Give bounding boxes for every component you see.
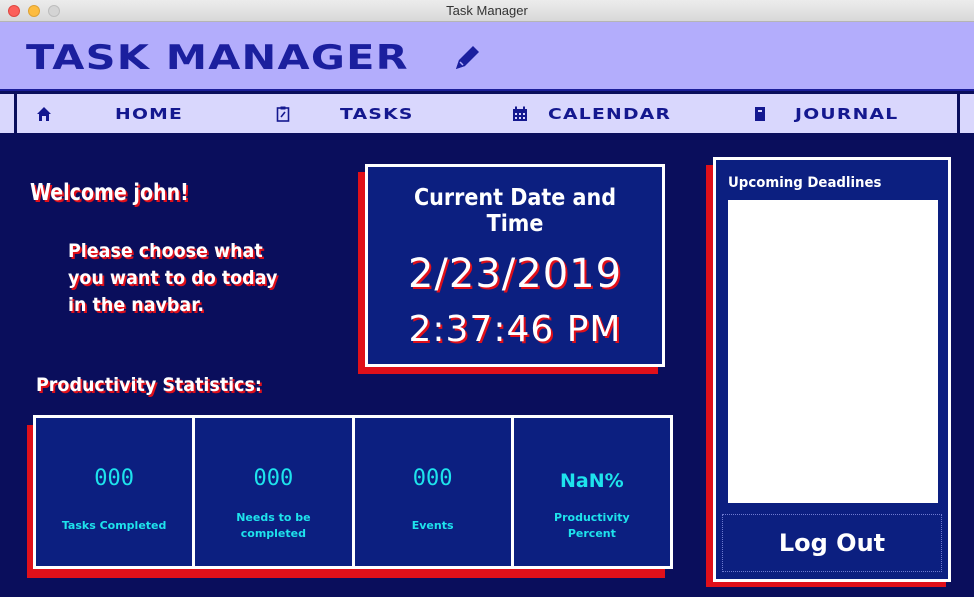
current-time: 2:37:46 PM xyxy=(408,309,622,350)
stat-label: Productivity Percent xyxy=(554,511,630,540)
window-titlebar: Task Manager xyxy=(0,0,974,22)
datetime-title: Current Date and Time xyxy=(413,185,617,237)
deadlines-list[interactable] xyxy=(728,200,938,503)
current-date: 2/23/2019 xyxy=(407,251,623,297)
deadlines-title: Upcoming Deadlines xyxy=(728,175,882,191)
stat-tasks-completed: 000 Tasks Completed xyxy=(36,418,193,566)
logout-button[interactable]: Log Out xyxy=(722,514,942,572)
window-title: Task Manager xyxy=(446,3,528,18)
calendar-icon xyxy=(513,106,527,121)
stat-value: 000 xyxy=(412,466,453,491)
stat-value: NaN% xyxy=(560,470,624,492)
stat-needs-completion: 000 Needs to be completed xyxy=(195,418,352,566)
clipboard-icon xyxy=(276,106,290,122)
welcome-heading: Welcome john! xyxy=(30,180,189,206)
deadlines-panel: Upcoming Deadlines Log Out xyxy=(713,157,951,582)
stat-value: 000 xyxy=(94,466,134,491)
stats-panel: 000 Tasks Completed 000 Needs to be comp… xyxy=(33,415,673,569)
stat-productivity-percent: NaN% Productivity Percent xyxy=(513,418,670,566)
stat-label: Tasks Completed xyxy=(61,519,167,532)
navbar: HOME TASKS CALENDAR JOURNAL xyxy=(0,92,974,135)
stat-label: Events xyxy=(411,519,454,532)
app-header: TASK MANAGER xyxy=(0,22,974,91)
datetime-panel: Current Date and Time 2/23/2019 2:37:46 … xyxy=(365,164,665,367)
nav-label-tasks: TASKS xyxy=(340,104,414,123)
stat-label: Needs to be completed xyxy=(236,511,311,540)
stat-value: 000 xyxy=(253,466,294,491)
book-icon xyxy=(755,107,765,121)
nav-item-tasks[interactable]: TASKS xyxy=(275,94,465,133)
nav-item-journal[interactable]: JOURNAL xyxy=(752,94,942,133)
stat-events: 000 Events xyxy=(354,418,511,566)
home-icon xyxy=(37,107,51,121)
nav-label-journal: JOURNAL xyxy=(795,104,899,123)
nav-item-home[interactable]: HOME xyxy=(36,94,206,133)
nav-item-calendar[interactable]: CALENDAR xyxy=(512,94,717,133)
stats-heading: Productivity Statistics: xyxy=(36,374,262,396)
nav-label-home: HOME xyxy=(115,104,184,123)
pencil-icon xyxy=(456,46,479,69)
instructions-text: Please choose what you want to do today … xyxy=(68,240,278,316)
app-brand: TASK MANAGER xyxy=(26,38,409,78)
nav-label-calendar: CALENDAR xyxy=(548,104,672,123)
